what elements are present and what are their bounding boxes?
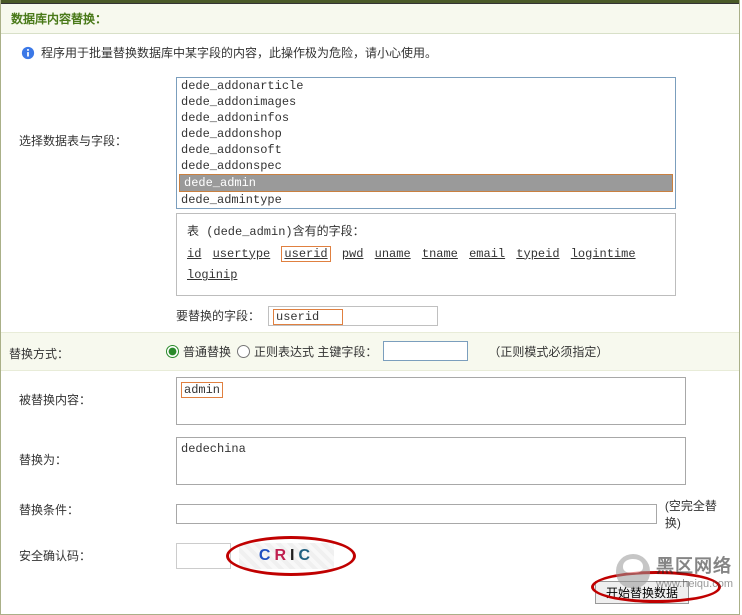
field-link[interactable]: id: [187, 247, 201, 261]
field-link[interactable]: uname: [375, 247, 411, 261]
label-target: 替换为：: [11, 437, 176, 485]
table-option[interactable]: dede_addonspec: [177, 158, 675, 174]
radio-regex[interactable]: 正则表达式 主键字段：: [237, 343, 377, 360]
warning-row: 程序用于批量替换数据库中某字段的内容，此操作极为危险，请小心使用。: [1, 34, 739, 71]
label-field-to-replace: 要替换的字段：: [176, 307, 260, 324]
label-captcha: 安全确认码：: [11, 543, 176, 569]
field-link[interactable]: email: [469, 247, 505, 261]
field-link[interactable]: logintime: [571, 247, 636, 261]
captcha-image: CRIC: [239, 543, 334, 569]
field-link[interactable]: loginip: [187, 268, 237, 282]
field-link[interactable]: usertype: [213, 247, 271, 261]
table-option[interactable]: dede_addonshop: [177, 126, 675, 142]
captcha-input[interactable]: [176, 543, 231, 569]
fields-line: id usertype userid pwd uname tname email…: [187, 244, 665, 287]
page-title: 数据库内容替换：: [1, 4, 739, 34]
table-option[interactable]: dede_admin: [179, 174, 673, 192]
table-option[interactable]: dede_advancedsearch: [177, 208, 675, 209]
pk-field-input[interactable]: [383, 341, 468, 361]
table-option[interactable]: dede_addonimages: [177, 94, 675, 110]
field-link[interactable]: typeid: [516, 247, 559, 261]
table-option[interactable]: dede_addonsoft: [177, 142, 675, 158]
label-source: 被替换内容：: [11, 377, 176, 425]
field-link[interactable]: tname: [422, 247, 458, 261]
condition-input[interactable]: [176, 504, 657, 524]
label-condition: 替换条件：: [11, 497, 176, 531]
field-link[interactable]: pwd: [342, 247, 364, 261]
table-option[interactable]: dede_admintype: [177, 192, 675, 208]
field-link[interactable]: userid: [281, 246, 330, 262]
fields-box: 表 (dede_admin)含有的字段： id usertype userid …: [176, 213, 676, 296]
field-name-input[interactable]: userid: [268, 306, 438, 326]
submit-button[interactable]: 开始替换数据: [595, 581, 689, 604]
target-textarea[interactable]: dedechina: [176, 437, 686, 485]
fields-box-title: 表 (dede_admin)含有的字段：: [187, 222, 665, 244]
radio-normal[interactable]: 普通替换: [166, 343, 231, 360]
table-listbox[interactable]: dede_addonarticledede_addonimagesdede_ad…: [176, 77, 676, 209]
label-select-table: 选择数据表与字段：: [11, 77, 176, 326]
info-icon: [21, 46, 35, 60]
warning-text: 程序用于批量替换数据库中某字段的内容，此操作极为危险，请小心使用。: [41, 44, 437, 61]
condition-note: (空完全替换): [665, 497, 729, 531]
table-option[interactable]: dede_addoninfos: [177, 110, 675, 126]
regex-note: （正则模式必须指定）: [488, 343, 608, 360]
label-replace-mode: 替换方式：: [1, 341, 166, 362]
source-textarea[interactable]: admin: [176, 377, 686, 425]
table-option[interactable]: dede_addonarticle: [177, 78, 675, 94]
